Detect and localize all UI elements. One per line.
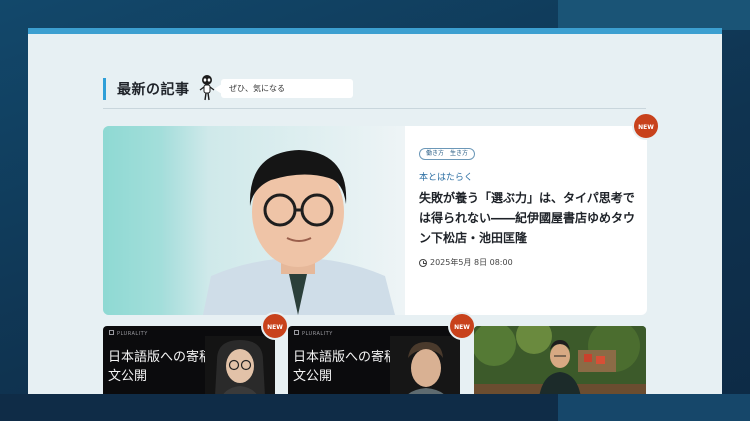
section-header: 最新の記事 — [103, 77, 190, 101]
article-tag[interactable]: 働き方 生き方 — [419, 148, 476, 160]
card-photo-image — [474, 326, 646, 394]
card-title: 日本語版への寄稿文公開 — [293, 350, 398, 384]
background-panel — [558, 0, 750, 30]
new-badge: NEW — [261, 312, 289, 340]
new-badge: NEW — [632, 112, 660, 140]
article-card[interactable]: PLURALITY 日本語版への寄稿文公開 — [103, 326, 275, 394]
background-panel — [0, 394, 558, 421]
card-brand: PLURALITY — [302, 331, 333, 337]
article-card[interactable]: PLURALITY 日本語版への寄稿文公開 — [288, 326, 460, 394]
section-divider — [103, 108, 646, 109]
article-date: 2025年5月 8日 08:00 — [419, 257, 639, 268]
card-portrait-image — [390, 336, 460, 394]
clock-icon — [419, 258, 427, 267]
card-title: 日本語版への寄稿文公開 — [108, 350, 213, 384]
card-portrait-image — [205, 336, 275, 394]
plurality-logo-icon — [294, 330, 299, 335]
card-brand: PLURALITY — [117, 331, 148, 337]
article-date-text: 2025年5月 8日 08:00 — [430, 258, 513, 267]
article-card[interactable] — [474, 326, 646, 394]
section-accent-bar — [103, 78, 106, 100]
featured-article-image — [103, 126, 405, 315]
speech-bubble: ぜひ、気になる — [221, 79, 353, 98]
featured-article-body: 働き方 生き方 本とはたらく 失敗が養う「選ぶ力」は、タイパ思考では得られない―… — [419, 140, 639, 268]
background-panel — [558, 394, 750, 421]
featured-article-title[interactable]: 失敗が養う「選ぶ力」は、タイパ思考では得られない――紀伊國屋書店ゆめタウン下松店… — [419, 188, 639, 248]
browser-viewport: 最新の記事 ぜひ、気になる 働き方 生き方 本とはたらく 失敗が養う「選ぶ力」は… — [28, 28, 722, 394]
plurality-logo-icon — [109, 330, 114, 335]
featured-article-card[interactable]: 働き方 生き方 本とはたらく 失敗が養う「選ぶ力」は、タイパ思考では得られない―… — [103, 126, 647, 315]
article-category[interactable]: 本とはたらく — [419, 170, 639, 183]
top-accent-bar — [28, 28, 722, 34]
section-title: 最新の記事 — [117, 82, 190, 98]
new-badge: NEW — [448, 312, 476, 340]
